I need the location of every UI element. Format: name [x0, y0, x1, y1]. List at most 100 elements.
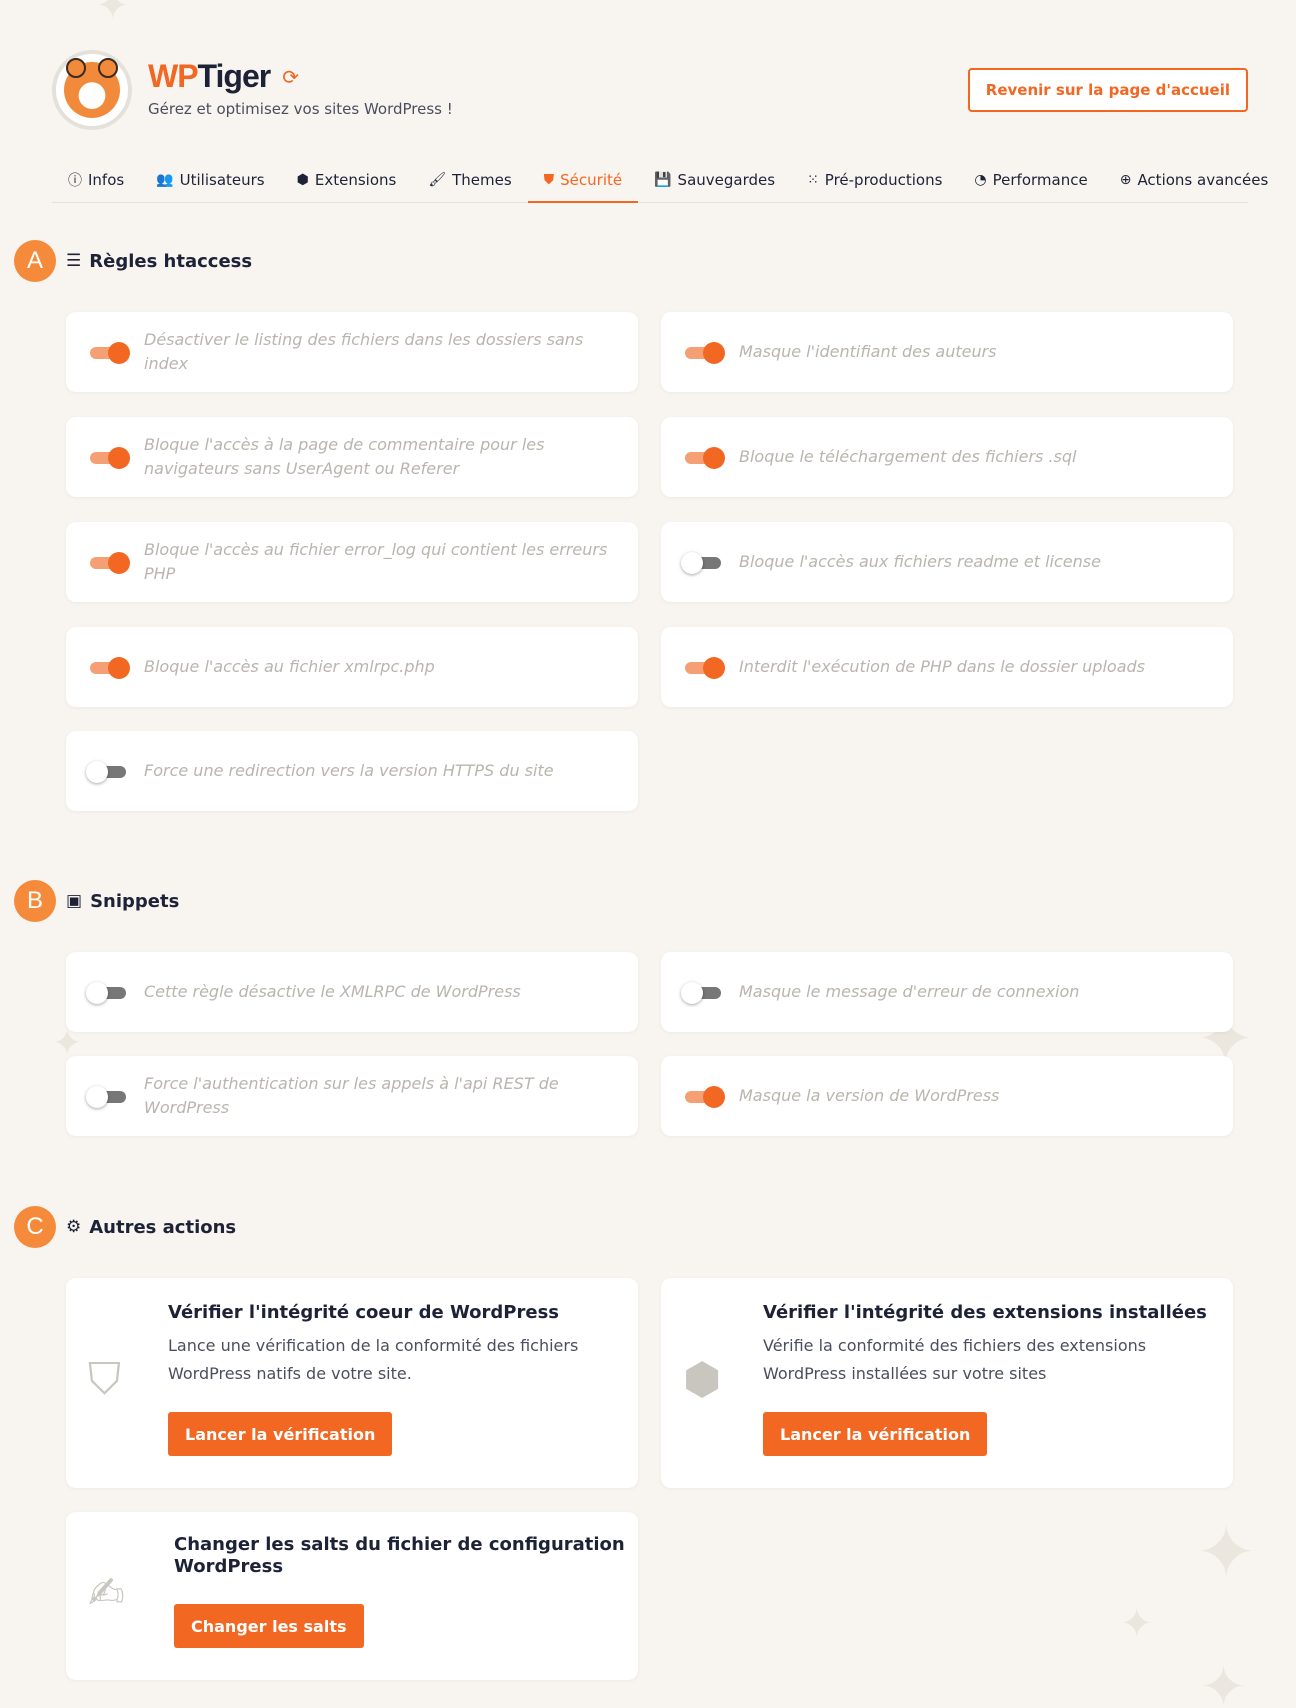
tab-bar: ⓘ Infos 👥 Utilisateurs ⬢ Extensions 🖌 Themes… — [52, 158, 1268, 203]
action-description: Lance une vérification de la conformité … — [168, 1332, 578, 1388]
toggle-switch[interactable] — [88, 341, 130, 364]
action-title: Vérifier l'intégrité coeur de WordPress — [168, 1302, 559, 1323]
tab-label: Utilisateurs — [179, 171, 265, 189]
description-line: Lance une vérification de la conformité … — [168, 1336, 579, 1355]
action-description: Vérifie la conformité des fichiers des e… — [763, 1332, 1146, 1388]
rule-label: Bloque l'accès au fichier xmlrpc.php — [144, 657, 435, 676]
app-header: WPTiger ⟳ Gérez et optimisez vos sites W… — [52, 50, 1248, 132]
rule-label: Désactiver le listing des fichiers dans … — [144, 330, 584, 373]
sparkle-decoration: ✦ — [96, 0, 130, 29]
toggle-switch[interactable] — [681, 981, 725, 1004]
tab-label: Infos — [88, 171, 125, 189]
tab-pre-productions[interactable]: ⁙ Pré-productions — [791, 158, 958, 202]
section-badge: A — [14, 240, 56, 282]
shield-heart-icon: ⛉ — [88, 1354, 121, 1405]
description-line: WordPress natifs de votre site. — [168, 1364, 412, 1383]
action-title: Changer les salts du fichier de configur… — [174, 1534, 625, 1578]
tab-label: Themes — [452, 171, 512, 189]
change-salts-button[interactable]: Changer les salts — [174, 1604, 364, 1648]
info-icon: ⓘ — [68, 173, 82, 189]
refresh-icon[interactable]: ⟳ — [282, 65, 299, 89]
snippet-card: Masque la version de WordPress — [661, 1056, 1233, 1136]
rule-label: Bloque l'accès au fichier error_log qui … — [144, 540, 608, 583]
back-to-home-button[interactable]: Revenir sur la page d'accueil — [967, 68, 1248, 112]
description-line: Vérifie la conformité des fichiers des e… — [763, 1336, 1147, 1355]
section-title: Règles htaccess — [89, 250, 253, 272]
tab-label: Sécurité — [560, 170, 623, 189]
brand-tiger: Tiger — [197, 58, 272, 94]
htaccess-rule-card: Bloque l'accès au fichier error_log qui … — [66, 522, 638, 602]
snippet-label: Masque la version de WordPress — [739, 1086, 1000, 1105]
sparkle-decoration: ✦ — [1200, 1655, 1247, 1708]
rule-label: Bloque le téléchargement des fichiers .s… — [739, 447, 1077, 466]
toggle-switch[interactable] — [683, 656, 725, 679]
brand-wp: WP — [148, 58, 199, 94]
htaccess-rule-card: Désactiver le listing des fichiers dans … — [66, 312, 638, 392]
users-icon: 👥 — [156, 172, 174, 188]
rule-label: Bloque l'accès aux fichiers readme et li… — [739, 552, 1101, 571]
toggle-switch[interactable] — [681, 551, 725, 574]
tab-label: Pré-productions — [824, 171, 943, 189]
plus-circle-icon: ⊕ — [1119, 172, 1132, 188]
section-header-autres-actions: C ⚙ Autres actions — [14, 1206, 236, 1248]
title-line: WordPress — [174, 1556, 284, 1577]
toggle-switch[interactable] — [88, 656, 130, 679]
action-title: Vérifier l'intégrité des extensions inst… — [763, 1302, 1207, 1323]
htaccess-rule-card: Bloque l'accès aux fichiers readme et li… — [661, 522, 1233, 602]
toggle-switch[interactable] — [86, 1085, 130, 1108]
htaccess-rule-card: Bloque l'accès au fichier xmlrpc.php — [66, 627, 638, 707]
section-badge: C — [14, 1206, 56, 1248]
title-line: Changer les salts du fichier de configur… — [174, 1534, 625, 1555]
sparkle-decoration: ✦ — [1120, 1601, 1154, 1647]
tab-utilisateurs[interactable]: 👥 Utilisateurs — [140, 158, 280, 202]
tab-performance[interactable]: ◔ Performance — [958, 158, 1103, 202]
tab-label: Extensions — [314, 171, 397, 189]
tab-securite[interactable]: ⛊ Sécurité — [527, 158, 639, 203]
snippet-card: Masque le message d'erreur de connexion — [661, 952, 1233, 1032]
section-header-snippets: B ▣ Snippets — [14, 880, 179, 922]
toggle-switch[interactable] — [683, 1085, 725, 1108]
section-title: Snippets — [90, 890, 180, 912]
toggle-switch[interactable] — [683, 341, 725, 364]
rule-label: Bloque l'accès à la page de commentaire … — [144, 435, 545, 478]
snippet-label: Masque le message d'erreur de connexion — [739, 982, 1080, 1001]
tab-themes[interactable]: 🖌 Themes — [412, 158, 527, 202]
run-verification-button[interactable]: Lancer la vérification — [168, 1412, 393, 1456]
snippet-card: Cette règle désactive le XMLRPC de WordP… — [66, 952, 638, 1032]
action-card-change-salts: ✍ Changer les salts du fichier de config… — [66, 1512, 638, 1680]
section-title: Autres actions — [89, 1216, 237, 1238]
gauge-icon: ◔ — [974, 172, 987, 188]
inbox-icon: ▣ — [66, 891, 83, 911]
brand: WPTiger ⟳ — [148, 58, 299, 95]
snippet-card: Force l'authentication sur les appels à … — [66, 1056, 638, 1136]
rule-label: Interdit l'exécution de PHP dans le doss… — [739, 657, 1145, 676]
tab-infos[interactable]: ⓘ Infos — [52, 158, 140, 202]
gear-icon: ⚙ — [66, 1217, 82, 1237]
run-verification-button[interactable]: Lancer la vérification — [763, 1412, 988, 1456]
cube-icon: ⬢ — [296, 172, 309, 188]
tab-actions-avancees[interactable]: ⊕ Actions avancées — [1104, 158, 1285, 202]
toggle-switch[interactable] — [86, 981, 130, 1004]
tab-sauvegardes[interactable]: 💾 Sauvegardes — [638, 158, 791, 202]
htaccess-rule-card: Force une redirection vers la version HT… — [66, 731, 638, 811]
rule-label: Masque l'identifiant des auteurs — [739, 342, 997, 361]
spinner-icon: ⁙ — [807, 172, 819, 188]
htaccess-rule-card: Bloque le téléchargement des fichiers .s… — [661, 417, 1233, 497]
rule-label: Force une redirection vers la version HT… — [144, 761, 554, 780]
tab-label: Actions avancées — [1137, 171, 1269, 189]
list-icon: ☰ — [66, 251, 82, 271]
toggle-switch[interactable] — [88, 446, 130, 469]
brand-name: WPTiger — [148, 58, 272, 95]
brush-icon: 🖌 — [428, 172, 447, 188]
toggle-switch[interactable] — [88, 551, 130, 574]
htaccess-rule-card: Interdit l'exécution de PHP dans le doss… — [661, 627, 1233, 707]
floppy-icon: 💾 — [654, 172, 672, 188]
section-badge: B — [14, 880, 56, 922]
snippet-label: Force l'authentication sur les appels à … — [144, 1074, 559, 1117]
tab-extensions[interactable]: ⬢ Extensions — [281, 158, 413, 202]
toggle-switch[interactable] — [86, 760, 130, 783]
toggle-switch[interactable] — [683, 446, 725, 469]
description-line: WordPress installées sur votre sites — [763, 1364, 1047, 1383]
tiger-mascot-icon — [64, 58, 120, 118]
logo — [52, 50, 132, 130]
